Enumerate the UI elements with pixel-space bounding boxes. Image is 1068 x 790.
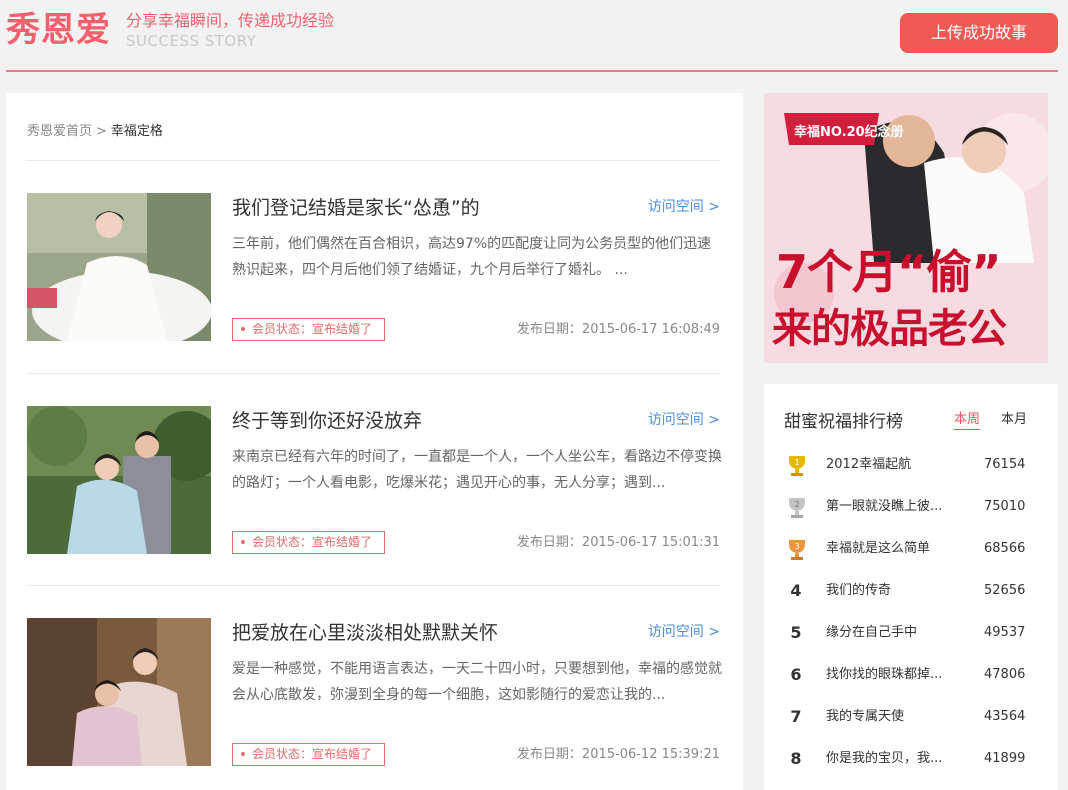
- ranking-row[interactable]: 3 幸福就是这么简单 68566: [784, 538, 1044, 560]
- bullet-dot-icon: [241, 539, 245, 544]
- site-header: 秀恩爱 分享幸福瞬间，传递成功经验 SUCCESS STORY 上传成功故事: [0, 0, 1068, 72]
- ranking-item-score: 41899: [984, 751, 1026, 766]
- visit-space-link[interactable]: 访问空间 >: [648, 410, 720, 430]
- bullet-dot-icon: [241, 326, 245, 331]
- gold-trophy-icon: 1: [789, 456, 805, 476]
- silver-trophy-icon: 2: [789, 498, 805, 518]
- banner-tag: 幸福NO.20纪念册: [794, 125, 904, 140]
- banner-subheadline: 来的极品老公: [772, 306, 1007, 352]
- story-title[interactable]: 我们登记结婚是家长“怂恿”的: [232, 195, 480, 221]
- breadcrumb-separator: >: [96, 124, 107, 139]
- ranking-number: 5: [790, 623, 802, 642]
- tagline: 分享幸福瞬间，传递成功经验: [126, 11, 335, 30]
- story-item: 终于等到你还好没放弃 访问空间 > 来南京已经有六年的时间了，一直都是一个人，一…: [27, 406, 722, 554]
- ranking-number: 7: [790, 707, 802, 726]
- story-item: 把爱放在心里淡淡相处默默关怀 访问空间 > 爱是一种感觉，不能用语言表达，一天二…: [27, 618, 722, 766]
- ranking-number: 4: [790, 581, 802, 600]
- story-title[interactable]: 终于等到你还好没放弃: [232, 408, 422, 434]
- ranking-row[interactable]: 1 2012幸福起航 76154: [784, 454, 1044, 476]
- visit-space-link[interactable]: 访问空间 >: [648, 622, 720, 642]
- medal-number: 1: [794, 458, 799, 467]
- ranking-item-score: 49537: [984, 625, 1026, 640]
- visit-space-link[interactable]: 访问空间 >: [648, 197, 720, 217]
- upload-story-button[interactable]: 上传成功故事: [900, 13, 1058, 53]
- breadcrumb-current: 幸福定格: [110, 124, 163, 139]
- ranking-row[interactable]: 8 你是我的宝贝，我... 41899: [784, 748, 1044, 770]
- site-logo[interactable]: 秀恩爱: [6, 10, 111, 50]
- story-description: 来南京已经有六年的时间了，一直都是一个人，一个人坐公车，看路边不停变换的路灯；一…: [232, 449, 722, 491]
- ranking-title: 甜蜜祝福排行榜: [784, 412, 903, 432]
- divider: [27, 585, 720, 586]
- ranking-number: 6: [790, 665, 802, 684]
- medal-number: 2: [794, 500, 799, 509]
- ranking-item-name: 找你找的眼珠都掉...: [826, 667, 943, 682]
- tab-week[interactable]: 本周: [954, 411, 981, 430]
- ranking-item-score: 75010: [984, 499, 1026, 514]
- story-thumbnail-image[interactable]: [27, 193, 211, 341]
- tagline-en: SUCCESS STORY: [126, 32, 257, 50]
- ranking-item-score: 68566: [984, 541, 1026, 556]
- ranking-item-score: 52656: [984, 583, 1026, 598]
- ranking-item-name: 我们的传奇: [826, 583, 892, 598]
- ranking-item-score: 43564: [984, 709, 1026, 724]
- breadcrumb: 秀恩爱首页 > 幸福定格: [27, 122, 163, 142]
- member-status-text: 会员状态：宣布结婚了: [252, 322, 373, 336]
- header-divider: [6, 70, 1058, 72]
- promo-banner[interactable]: 幸福NO.20纪念册 7个月“偷” 来的极品老公: [764, 93, 1048, 363]
- member-status-badge: 会员状态：宣布结婚了: [232, 318, 386, 341]
- story-title[interactable]: 把爱放在心里淡淡相处默默关怀: [232, 620, 498, 646]
- ranking-item-name: 幸福就是这么简单: [826, 541, 931, 556]
- member-status-badge: 会员状态：宣布结婚了: [232, 531, 386, 554]
- story-thumbnail-image[interactable]: [27, 406, 211, 554]
- member-status-text: 会员状态：宣布结婚了: [252, 535, 373, 549]
- ranking-item-name: 第一眼就没瞧上彼...: [826, 499, 943, 514]
- banner-headline: 7个月“偷”: [776, 245, 1001, 299]
- story-description: 三年前，他们偶然在百合相识，高达97%的匹配度让同为公务员型的他们迅速熟识起来，…: [232, 236, 712, 278]
- ranking-number: 8: [790, 749, 802, 768]
- ranking-item-name: 我的专属天使: [826, 709, 905, 724]
- member-status-badge: 会员状态：宣布结婚了: [232, 743, 386, 766]
- breadcrumb-home-link[interactable]: 秀恩爱首页: [27, 124, 92, 139]
- ranking-item-name: 2012幸福起航: [826, 457, 912, 472]
- story-item: 我们登记结婚是家长“怂恿”的 访问空间 > 三年前，他们偶然在百合相识，高达97…: [27, 193, 720, 341]
- ranking-item-name: 你是我的宝贝，我...: [826, 751, 943, 766]
- ranking-row[interactable]: 4 我们的传奇 52656: [784, 580, 1044, 602]
- ranking-item-score: 47806: [984, 667, 1026, 682]
- bullet-dot-icon: [241, 751, 245, 756]
- ranking-row[interactable]: 6 找你找的眼珠都掉... 47806: [784, 664, 1044, 686]
- publish-date: 发布日期：2015-06-17 16:08:49: [516, 322, 720, 337]
- ranking-row[interactable]: 5 缘分在自己手中 49537: [784, 622, 1044, 644]
- tab-month[interactable]: 本月: [1001, 411, 1027, 429]
- medal-number: 3: [794, 542, 799, 551]
- publish-date: 发布日期：2015-06-12 15:39:21: [516, 747, 720, 762]
- story-description: 爱是一种感觉，不能用语言表达，一天二十四小时，只要想到他，幸福的感觉就会从心底散…: [232, 661, 722, 703]
- ranking-panel: 甜蜜祝福排行榜 本周 本月 1 2012幸福起航 76154 2 第一眼就没瞧上…: [764, 384, 1058, 790]
- story-list-panel: 秀恩爱首页 > 幸福定格 我们登记结婚是家长“怂恿”的 访问空间 > 三年前，他们偶…: [6, 93, 743, 790]
- divider: [27, 160, 720, 161]
- bronze-trophy-icon: 3: [789, 540, 805, 560]
- story-thumbnail-image[interactable]: [27, 618, 211, 766]
- publish-date: 发布日期：2015-06-17 15:01:31: [516, 535, 720, 550]
- ranking-item-name: 缘分在自己手中: [826, 625, 918, 640]
- ranking-item-score: 76154: [984, 457, 1026, 472]
- ranking-row[interactable]: 2 第一眼就没瞧上彼... 75010: [784, 496, 1044, 518]
- divider: [27, 373, 720, 374]
- ranking-row[interactable]: 7 我的专属天使 43564: [784, 706, 1044, 728]
- member-status-text: 会员状态：宣布结婚了: [252, 747, 373, 761]
